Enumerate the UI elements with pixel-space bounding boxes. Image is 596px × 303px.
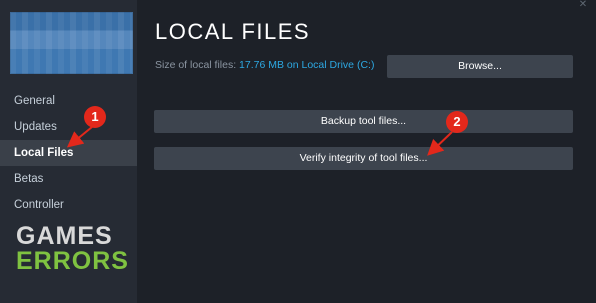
verify-integrity-button[interactable]: Verify integrity of tool files... [154, 147, 573, 170]
sidebar-item-updates[interactable]: Updates [0, 114, 137, 140]
size-label: Size of local files: [155, 59, 237, 71]
main-panel: ✕ LOCAL FILES Size of local files: 17.76… [137, 0, 596, 303]
watermark-line-1: GAMES [16, 222, 113, 250]
step-badge-1: 1 [84, 106, 106, 128]
settings-nav: General Updates Local Files Betas Contro… [0, 88, 137, 218]
watermark-logo: GAMES ERRORS [16, 222, 129, 275]
local-files-size: Size of local files: 17.76 MB on Local D… [155, 59, 374, 71]
browse-button[interactable]: Browse... [387, 55, 573, 78]
sidebar-item-local-files[interactable]: Local Files [0, 140, 137, 166]
watermark-line-2: ERRORS [16, 247, 129, 275]
sidebar-item-betas[interactable]: Betas [0, 166, 137, 192]
sidebar-item-general[interactable]: General [0, 88, 137, 114]
page-title: LOCAL FILES [155, 19, 311, 44]
size-value: 17.76 MB on Local Drive (C:) [239, 59, 375, 71]
sidebar: General Updates Local Files Betas Contro… [0, 0, 137, 303]
game-thumbnail-blurred [10, 12, 133, 74]
sidebar-item-controller[interactable]: Controller [0, 192, 137, 218]
backup-tool-files-button[interactable]: Backup tool files... [154, 110, 573, 133]
step-badge-2: 2 [446, 111, 468, 133]
close-icon[interactable]: ✕ [576, 0, 590, 14]
